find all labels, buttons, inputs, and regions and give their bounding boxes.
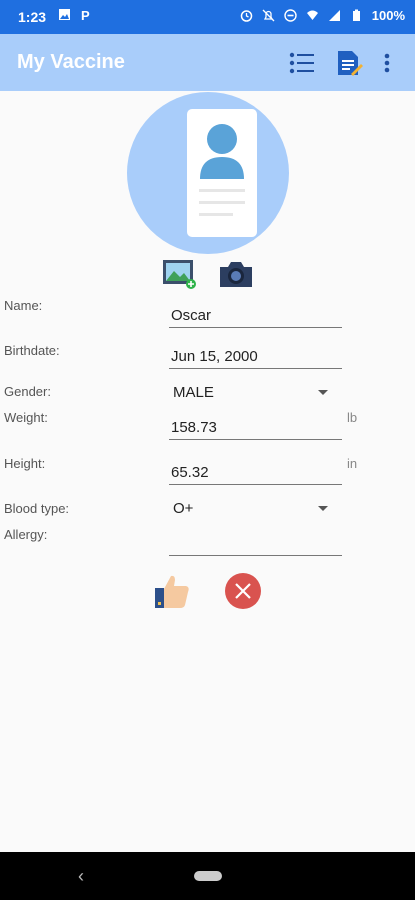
name-label: Name: (4, 298, 43, 313)
thumbs-up-icon[interactable] (153, 572, 191, 610)
blood-type-label: Blood type: (4, 501, 70, 516)
weight-label: Weight: (4, 410, 48, 425)
list-icon[interactable] (288, 48, 318, 78)
battery-percent: 100% (371, 8, 405, 23)
gallery-notification-icon (59, 9, 70, 20)
camera-icon[interactable] (218, 258, 254, 290)
status-left-icons: P (58, 8, 92, 21)
blood-type-select[interactable]: O+ (169, 497, 342, 521)
system-nav-bar: ‹ (0, 852, 415, 900)
person-icon (199, 124, 245, 216)
status-right-icons: 100% (240, 8, 405, 23)
wifi-icon (306, 10, 318, 20)
cancel-button[interactable] (224, 572, 262, 610)
home-pill[interactable] (194, 871, 222, 881)
height-unit: in (347, 456, 358, 471)
app-bar: My Vaccine (0, 34, 415, 91)
allergy-label: Allergy: (4, 527, 48, 542)
alarm-icon (240, 10, 252, 22)
svg-text:P: P (81, 8, 90, 21)
allergy-field[interactable] (169, 532, 342, 556)
height-label: Height: (4, 456, 46, 471)
profile-avatar (127, 92, 289, 254)
do-not-disturb-icon (284, 9, 297, 22)
birthdate-field[interactable]: Jun 15, 2000 (169, 345, 342, 369)
gender-select[interactable]: MALE (169, 381, 342, 405)
blood-type-value: O+ (173, 500, 194, 517)
battery-icon (352, 9, 360, 21)
signal-icon (328, 10, 340, 21)
app-title: My Vaccine (17, 51, 125, 73)
dropdown-arrow-icon (318, 506, 328, 511)
gender-value: MALE (173, 384, 214, 401)
dropdown-arrow-icon (318, 390, 328, 395)
edit-document-icon[interactable] (334, 48, 364, 78)
weight-unit: lb (347, 410, 358, 425)
back-icon[interactable]: ‹ (78, 866, 84, 887)
height-field[interactable]: 65.32 (169, 461, 342, 485)
status-time: 1:23 (18, 9, 47, 25)
notifications-off-icon (262, 9, 275, 22)
name-field[interactable]: Oscar (169, 304, 342, 328)
weight-field[interactable]: 158.73 (169, 416, 342, 440)
birthdate-label: Birthdate: (4, 343, 60, 358)
status-bar: 1:23 P 100% (0, 0, 415, 34)
gender-label: Gender: (4, 384, 51, 399)
add-image-icon[interactable] (162, 258, 198, 290)
more-options-icon[interactable] (377, 48, 397, 78)
profile-card-icon (187, 109, 257, 237)
p-notification-icon: P (81, 8, 90, 21)
